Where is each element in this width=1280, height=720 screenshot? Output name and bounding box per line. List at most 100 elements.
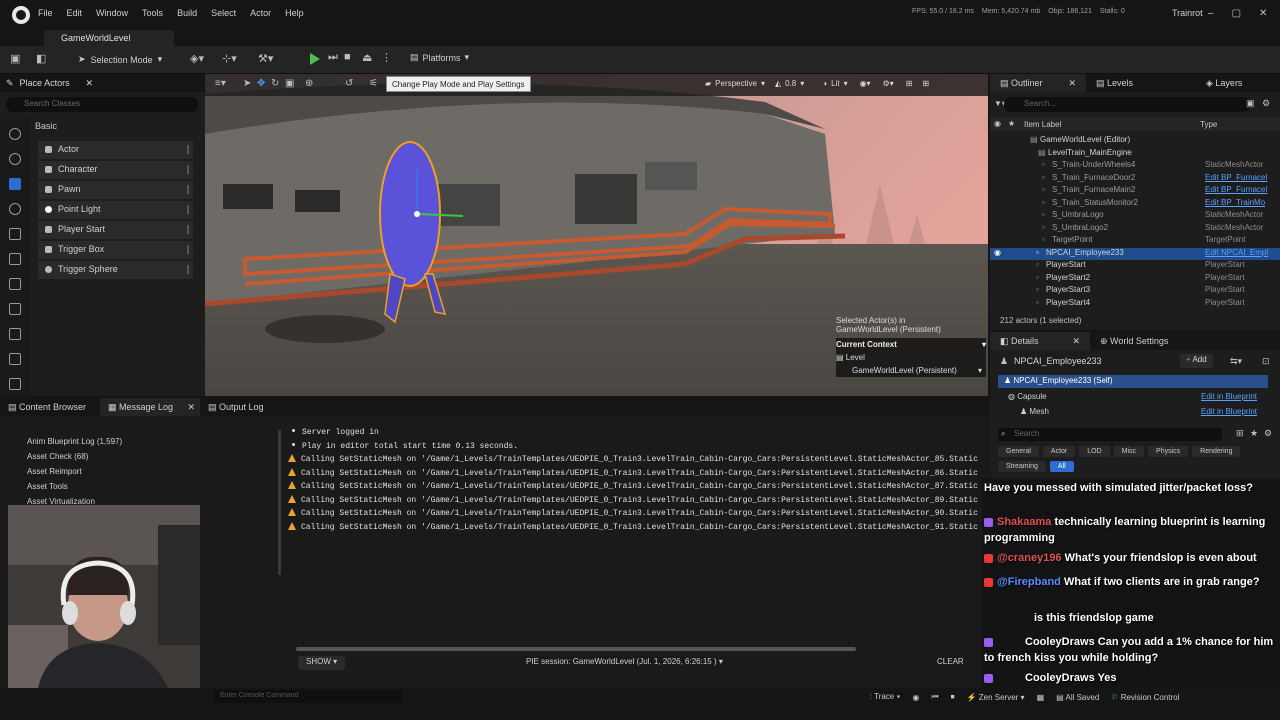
layout-icon[interactable]: ⊞: [906, 79, 913, 88]
outliner-row[interactable]: ▫ PlayerStart PlayerStart: [990, 260, 1280, 272]
tab-message-log[interactable]: ▦ Message Log ✕: [100, 398, 200, 416]
platforms-dropdown[interactable]: ▤ Platforms ▾: [410, 52, 469, 63]
world-space-icon[interactable]: ⊕: [305, 78, 313, 89]
filter-all[interactable]: All: [1049, 461, 1074, 472]
filter-misc[interactable]: Misc: [1113, 446, 1145, 457]
rewind-icon[interactable]: ⏮: [931, 692, 938, 702]
tab-details[interactable]: ◧ Details ✕: [990, 332, 1090, 350]
basic-category-icon[interactable]: [9, 178, 21, 190]
add-actor-icon[interactable]: ◈▾: [190, 52, 204, 65]
minimize-icon[interactable]: –: [1208, 8, 1214, 19]
trace-button[interactable]: ⫶ Trace ▾: [870, 692, 900, 702]
skip-icon[interactable]: ⏭: [328, 51, 338, 64]
menu-select[interactable]: Select: [211, 8, 236, 18]
stop-icon[interactable]: ■: [344, 51, 351, 63]
filter-actor[interactable]: Actor: [1042, 446, 1076, 457]
level-tab[interactable]: GameWorldLevel: [44, 30, 174, 46]
category-item[interactable]: Asset Tools: [27, 479, 122, 494]
table-view-icon[interactable]: ⊞: [1236, 428, 1244, 439]
save-icon[interactable]: ▣: [10, 52, 20, 65]
revision-control-button[interactable]: ⚐ Revision Control: [1111, 693, 1179, 702]
add-component-button[interactable]: + Add: [1180, 354, 1213, 368]
source-control-icon[interactable]: ▦: [1037, 693, 1045, 702]
menu-window[interactable]: Window: [96, 8, 128, 18]
show-filter-button[interactable]: SHOW ▾: [298, 656, 346, 670]
surface-snap-icon[interactable]: ↺: [345, 78, 353, 89]
log-horizontal-scrollbar[interactable]: [296, 647, 856, 651]
chevron-down-icon[interactable]: ▾: [982, 340, 986, 349]
blueprint-class-icon[interactable]: [9, 378, 21, 390]
visibility-icon[interactable]: ◉: [994, 248, 1001, 257]
menu-tools[interactable]: Tools: [142, 8, 163, 18]
tab-levels[interactable]: ▤ Levels: [1086, 74, 1182, 92]
search-classes-input[interactable]: Search Classes: [6, 97, 198, 112]
star-icon[interactable]: [9, 128, 21, 140]
select-tool-icon[interactable]: ➤: [243, 78, 251, 89]
stop-trace-icon[interactable]: ⏹: [951, 692, 955, 702]
outliner-row[interactable]: ▫ PlayerStart3 PlayerStart: [990, 285, 1280, 297]
close-icon[interactable]: ✕: [1068, 78, 1076, 89]
level-viewport[interactable]: ≡▾ ➤ ✥ ↻ ▣ ⊕ ↺ ⚟ ▰ Perspective ▾ ◭ 0.8 ▾ ◑…: [205, 74, 988, 396]
cinematic-icon[interactable]: [9, 253, 21, 265]
visual-effects-icon[interactable]: [9, 278, 21, 290]
rotate-tool-icon[interactable]: ↻: [271, 78, 279, 89]
menu-file[interactable]: File: [38, 8, 53, 18]
edit-in-blueprint-link[interactable]: Edit in Blueprint: [1201, 407, 1257, 416]
all-classes-icon[interactable]: [9, 353, 21, 365]
zen-server-button[interactable]: ⚡ Zen Server ▾: [967, 693, 1025, 702]
geometry-icon[interactable]: [9, 303, 21, 315]
blueprint-options-icon[interactable]: ⇆▾: [1230, 356, 1242, 367]
edit-in-blueprint-link[interactable]: Edit in Blueprint: [1201, 392, 1257, 401]
outliner-row-type[interactable]: Edit BP_Furnacel: [1205, 185, 1269, 194]
outliner-row[interactable]: ▫ TargetPoint TargetPoint: [990, 235, 1280, 247]
console-command-input[interactable]: Enter Console Command: [214, 690, 402, 703]
class-item-trigger-box[interactable]: Trigger Box: [38, 241, 193, 259]
play-options-icon[interactable]: ⋮: [381, 51, 392, 64]
details-search-input[interactable]: Search: [998, 428, 1222, 441]
cinematics-icon[interactable]: ⚒▾: [258, 52, 273, 65]
add-folder-icon[interactable]: ▣: [1246, 98, 1255, 109]
viewport-menu-icon[interactable]: ≡▾: [215, 78, 226, 89]
outliner-row[interactable]: ▫ PlayerStart4 PlayerStart: [990, 298, 1280, 310]
outliner-row-type[interactable]: Edit BP_Furnacel: [1205, 173, 1269, 182]
class-item-player-start[interactable]: Player Start: [38, 221, 193, 239]
component-capsule[interactable]: ◍ Capsule: [1008, 392, 1047, 401]
star-icon[interactable]: ★: [1250, 428, 1258, 439]
recent-icon[interactable]: [9, 153, 21, 165]
play-button[interactable]: [308, 52, 322, 66]
tab-world-settings[interactable]: ⊕ World Settings: [1090, 332, 1178, 350]
category-scrollbar[interactable]: [278, 430, 281, 575]
class-item-actor[interactable]: Actor: [38, 141, 193, 159]
category-item[interactable]: Asset Check (68): [27, 449, 122, 464]
settings-icon[interactable]: ⚙▾: [883, 79, 894, 88]
settings-icon[interactable]: ⚙: [1264, 428, 1272, 439]
tab-output-log[interactable]: ▤ Output Log: [200, 398, 272, 416]
close-icon[interactable]: ✕: [1259, 8, 1267, 19]
component-mesh[interactable]: ♟ Mesh: [1020, 407, 1049, 416]
volumes-icon[interactable]: [9, 328, 21, 340]
move-tool-icon[interactable]: ✥: [257, 78, 265, 89]
outliner-row[interactable]: ▫ S_Train_FurnaceDoor2 Edit BP_Furnacel: [990, 173, 1280, 185]
outliner-row[interactable]: ▫ S_UmbraLogo2 StaticMeshActor: [990, 223, 1280, 235]
shapes-icon[interactable]: [9, 228, 21, 240]
level-value[interactable]: GameWorldLevel (Persistent): [852, 366, 957, 375]
eject-icon[interactable]: ⏏: [362, 51, 372, 64]
outliner-row[interactable]: ▫ S_UmbraLogo StaticMeshActor: [990, 210, 1280, 222]
maximize-viewport-icon[interactable]: ⊞: [922, 79, 929, 88]
outliner-row[interactable]: ▫ NPCAI_Employee233 Edit NPCAI_Empl ◉: [990, 247, 1280, 260]
blueprint-icon[interactable]: ⊹▾: [222, 52, 237, 65]
settings-icon[interactable]: ⚙: [1262, 98, 1270, 109]
menu-build[interactable]: Build: [177, 8, 197, 18]
category-item[interactable]: Asset Reimport: [27, 464, 122, 479]
class-item-point-light[interactable]: Point Light: [38, 201, 193, 219]
view-mode-label[interactable]: Lit: [831, 79, 839, 88]
close-icon[interactable]: ✕: [187, 402, 195, 413]
class-item-character[interactable]: Character: [38, 161, 193, 179]
outliner-row-type[interactable]: Edit NPCAI_Empl: [1205, 248, 1269, 257]
filter-rendering[interactable]: Rendering: [1192, 446, 1241, 457]
self-component-row[interactable]: ♟ NPCAI_Employee233 (Self): [998, 375, 1268, 388]
outliner-row[interactable]: ▤ LevelTrain_MainEngine: [990, 148, 1280, 160]
content-icon[interactable]: ◧: [36, 52, 46, 65]
record-icon[interactable]: ◉: [912, 693, 919, 702]
type-column[interactable]: Type: [1200, 120, 1217, 129]
